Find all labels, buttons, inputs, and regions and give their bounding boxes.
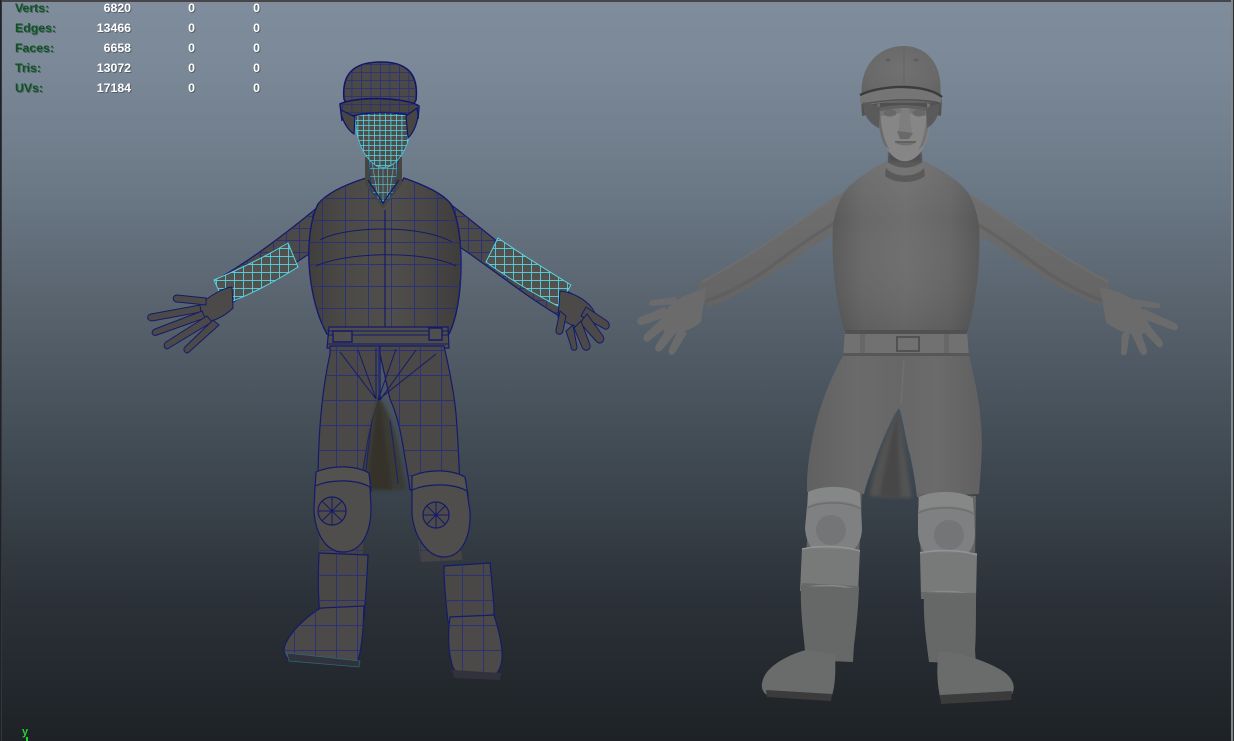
svg-text:y: y xyxy=(22,726,29,738)
